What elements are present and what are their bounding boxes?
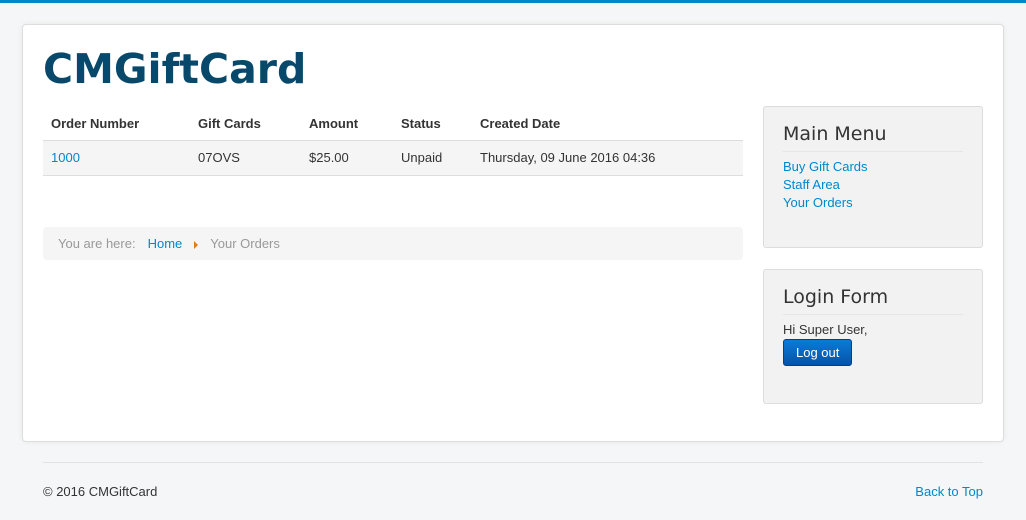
menu-item-your-orders[interactable]: Your Orders [783,194,963,212]
footer-copyright: © 2016 CMGiftCard [43,484,158,499]
column-header-amount: Amount [301,107,393,141]
column-header-order-number: Order Number [43,107,190,141]
status-cell: Unpaid [393,140,472,176]
table-header-row: Order Number Gift Cards Amount Status Cr… [43,107,743,141]
logout-button[interactable]: Log out [783,339,853,366]
main-menu-title: Main Menu [783,123,963,152]
amount-cell: $25.00 [301,140,393,176]
menu-item-staff-area[interactable]: Staff Area [783,176,963,194]
main-menu-module: Main Menu Buy Gift Cards Staff Area Your… [763,106,983,248]
orders-table: Order Number Gift Cards Amount Status Cr… [43,107,743,176]
column-header-status: Status [393,107,472,141]
table-row: 1000 07OVS $25.00 Unpaid Thursday, 09 Ju… [43,140,743,176]
login-greeting: Hi Super User, [783,322,868,337]
breadcrumb-current: Your Orders [210,236,280,251]
breadcrumb: You are here: Home Your Orders [43,227,743,260]
breadcrumb-label: You are here: [58,236,136,251]
menu-item-buy-gift-cards[interactable]: Buy Gift Cards [783,158,963,176]
login-form-module: Login Form Hi Super User, Log out [763,269,983,404]
main-container: CMGiftCard Order Number Gift Cards Amoun… [22,24,1004,442]
order-number-cell: 1000 [43,140,190,176]
login-form-title: Login Form [783,286,963,315]
order-number-link[interactable]: 1000 [51,150,80,165]
column-header-gift-cards: Gift Cards [190,107,301,141]
back-to-top-link[interactable]: Back to Top [915,484,983,499]
gift-cards-cell: 07OVS [190,140,301,176]
created-date-cell: Thursday, 09 June 2016 04:36 [472,140,743,176]
site-title[interactable]: CMGiftCard [43,45,306,93]
footer-divider [43,462,983,463]
breadcrumb-divider-icon [194,240,199,249]
breadcrumb-home-link[interactable]: Home [148,236,183,251]
column-header-created-date: Created Date [472,107,743,141]
